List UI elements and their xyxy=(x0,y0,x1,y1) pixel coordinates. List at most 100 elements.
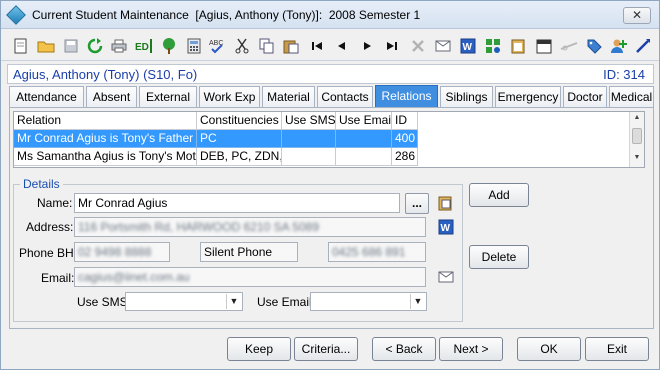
next-record-icon[interactable] xyxy=(357,36,377,56)
save-icon[interactable] xyxy=(61,36,81,56)
student-maintenance-window: Current Student Maintenance [Agius, Anth… xyxy=(0,0,660,370)
cell-relation: Ms Samantha Agius is Tony's Mother xyxy=(14,148,197,166)
calculator-icon[interactable] xyxy=(184,36,204,56)
tab-siblings[interactable]: Siblings xyxy=(440,86,493,107)
magic-wand-icon[interactable] xyxy=(633,36,653,56)
exit-button[interactable]: Exit xyxy=(585,337,649,361)
back-button[interactable]: < Back xyxy=(372,337,436,361)
next-button[interactable]: Next > xyxy=(439,337,503,361)
tab-emergency[interactable]: Emergency xyxy=(495,86,561,107)
cell-id: 286 xyxy=(392,148,418,166)
paste-icon[interactable] xyxy=(281,36,301,56)
phone-bh-field[interactable]: 02 9498 8888 xyxy=(74,242,170,262)
chevron-down-icon[interactable]: ▼ xyxy=(410,294,425,309)
address-field[interactable]: 116 Portsmith Rd, HARWOOD 6210 SA 5089 xyxy=(74,217,426,237)
tag-icon[interactable] xyxy=(584,36,604,56)
email-label: Email: xyxy=(41,271,75,285)
student-header: Agius, Anthony (Tony) (S10, Fo) ID: 314 xyxy=(7,64,654,84)
column-header-use-sms[interactable]: Use SMS xyxy=(282,112,336,130)
column-header-id[interactable]: ID xyxy=(392,112,418,130)
cut-icon[interactable] xyxy=(232,36,252,56)
spellcheck-icon[interactable]: ABC xyxy=(208,36,228,56)
window-title: Current Student Maintenance [Agius, Anth… xyxy=(32,8,421,22)
tab-material[interactable]: Material xyxy=(262,86,315,107)
cell-constituencies: PC xyxy=(197,130,282,148)
word-document-icon[interactable]: W xyxy=(437,218,455,236)
grid-vertical-scrollbar[interactable]: ▲ ▼ xyxy=(629,112,644,167)
add-button-label: Add xyxy=(488,188,510,202)
toolbar: ED ABC W xyxy=(1,31,659,61)
word-icon[interactable]: W xyxy=(458,36,478,56)
chevron-down-icon[interactable]: ▼ xyxy=(226,294,241,309)
tab-contacts[interactable]: Contacts xyxy=(317,86,373,107)
email-value: cagius@iinet.com.au xyxy=(78,270,190,284)
svg-text:ED: ED xyxy=(135,42,149,53)
criteria-button[interactable]: Criteria... xyxy=(294,337,358,361)
table-row[interactable]: Ms Samantha Agius is Tony's Mother DEB, … xyxy=(14,148,418,166)
tab-absent[interactable]: Absent xyxy=(86,86,137,107)
cell-id: 400 xyxy=(392,130,418,148)
tab-relations[interactable]: Relations xyxy=(375,85,438,107)
email-icon[interactable] xyxy=(433,36,453,56)
clipboard-icon[interactable] xyxy=(508,36,528,56)
send-email-icon[interactable] xyxy=(437,268,455,286)
table-row[interactable]: Mr Conrad Agius is Tony's Father PC 400 xyxy=(14,130,418,148)
silent-phone-field[interactable]: Silent Phone xyxy=(200,242,298,262)
refresh-icon[interactable] xyxy=(85,36,105,56)
new-document-icon[interactable] xyxy=(11,36,31,56)
scroll-thumb[interactable] xyxy=(632,128,642,144)
previous-record-icon[interactable] xyxy=(332,36,352,56)
student-name: Agius, Anthony (Tony) (S10, Fo) xyxy=(13,67,198,82)
close-window-button[interactable]: ✕ xyxy=(623,7,651,24)
scroll-up-icon[interactable]: ▲ xyxy=(632,114,642,124)
print-icon[interactable] xyxy=(109,36,129,56)
tab-work-exp[interactable]: Work Exp xyxy=(199,86,260,107)
details-legend: Details xyxy=(23,177,60,191)
student-id: ID: 314 xyxy=(603,67,645,82)
add-user-icon[interactable] xyxy=(609,36,629,56)
relations-grid[interactable]: Relation Constituencies Use SMS Use Emai… xyxy=(13,111,645,168)
cell-use-email xyxy=(336,148,392,166)
tab-attendance[interactable]: Attendance xyxy=(9,86,84,107)
delete-button-label: Delete xyxy=(481,250,517,264)
phone-secondary-value: 0425 686 891 xyxy=(332,245,406,259)
open-folder-icon[interactable] xyxy=(36,36,56,56)
svg-text:W: W xyxy=(441,223,451,234)
name-field[interactable]: Mr Conrad Agius xyxy=(74,193,400,213)
phone-bh-value: 02 9498 8888 xyxy=(78,245,152,259)
use-email-label: Use Email: xyxy=(257,295,316,309)
address-label: Address: xyxy=(26,220,74,234)
column-header-relation[interactable]: Relation xyxy=(14,112,197,130)
use-email-select[interactable]: ▼ xyxy=(310,292,427,311)
copy-icon[interactable] xyxy=(257,36,277,56)
ok-button[interactable]: OK xyxy=(517,337,581,361)
tab-medical[interactable]: Medical xyxy=(609,86,654,107)
edit-record-icon[interactable]: ED xyxy=(134,36,154,56)
tab-external[interactable]: External xyxy=(139,86,197,107)
link-icon[interactable] xyxy=(559,36,579,56)
calendar-icon[interactable] xyxy=(534,36,554,56)
phone-bh-label: Phone BH: xyxy=(19,246,78,260)
browse-name-button[interactable]: ... xyxy=(405,193,429,214)
first-record-icon[interactable] xyxy=(307,36,327,56)
tab-doctor[interactable]: Doctor xyxy=(563,86,607,107)
email-field[interactable]: cagius@iinet.com.au xyxy=(74,267,426,287)
delete-button[interactable]: Delete xyxy=(469,245,529,269)
clipboard-lookup-icon[interactable] xyxy=(437,194,455,212)
family-tree-icon[interactable] xyxy=(159,36,179,56)
add-button[interactable]: Add xyxy=(469,183,529,207)
keep-button[interactable]: Keep xyxy=(227,337,291,361)
svg-text:W: W xyxy=(463,42,473,53)
title-bar: Current Student Maintenance [Agius, Anth… xyxy=(1,1,659,29)
cell-use-sms xyxy=(282,148,336,166)
phone-secondary-field[interactable]: 0425 686 891 xyxy=(328,242,426,262)
column-header-constituencies[interactable]: Constituencies xyxy=(197,112,282,130)
cell-use-email xyxy=(336,130,392,148)
last-record-icon[interactable] xyxy=(382,36,402,56)
cell-use-sms xyxy=(282,130,336,148)
delete-icon[interactable] xyxy=(408,36,428,56)
column-header-use-email[interactable]: Use Email xyxy=(336,112,392,130)
grid-settings-icon[interactable] xyxy=(483,36,503,56)
scroll-down-icon[interactable]: ▼ xyxy=(632,154,642,164)
use-sms-select[interactable]: ▼ xyxy=(125,292,243,311)
